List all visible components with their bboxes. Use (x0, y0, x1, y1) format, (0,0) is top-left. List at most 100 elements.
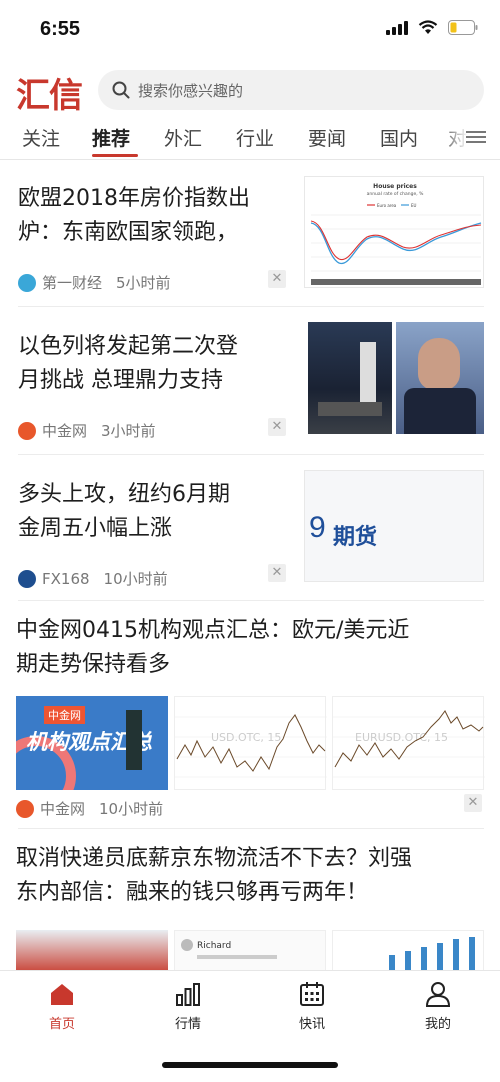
nav-label: 我的 (424, 1017, 451, 1032)
article-thumbnail: 9 期货 (304, 470, 484, 582)
tab-yaowen[interactable]: 要闻 (308, 124, 346, 151)
article-meta: 第一财经 5小时前 (18, 272, 171, 293)
title-line: 金周五小幅上涨 (18, 516, 173, 541)
nav-market[interactable]: 行情 (148, 981, 228, 1032)
article-title: 以色列将发起第二次登 月挑战 总理鼎力支持 (18, 330, 238, 398)
tab-hangye[interactable]: 行业 (236, 124, 274, 151)
status-time: 6:55 (40, 18, 81, 40)
active-tab-indicator (92, 154, 138, 157)
article-image: EURUSD.OTC, 15 (332, 696, 485, 790)
status-bar: 6:55 (0, 0, 500, 60)
article-image (16, 930, 168, 970)
menu-icon[interactable] (466, 128, 486, 148)
article-meta: 中金网 3小时前 (18, 420, 156, 441)
nav-home[interactable]: 首页 (22, 981, 102, 1032)
article-card[interactable]: 中金网0415机构观点汇总：欧元/美元近 期走势保持看多 中金网 机构观点汇总 … (0, 604, 500, 826)
article-source: 中金网 (42, 422, 88, 440)
source-logo-icon (18, 569, 36, 588)
search-icon (112, 81, 130, 99)
article-image: 中金网 机构观点汇总 (16, 696, 168, 790)
article-title: 中金网0415机构观点汇总：欧元/美元近 期走势保持看多 (16, 614, 409, 682)
dismiss-icon[interactable]: ✕ (268, 270, 286, 288)
title-line: 月挑战 总理鼎力支持 (18, 368, 223, 393)
source-logo-icon (18, 421, 36, 440)
chart-title: House prices (373, 183, 417, 190)
rocket-photo (308, 322, 392, 434)
article-thumbnail (308, 322, 484, 434)
nav-me[interactable]: 我的 (398, 981, 478, 1032)
article-meta: 中金网 10小时前 (16, 798, 163, 819)
dismiss-icon[interactable]: ✕ (464, 794, 482, 812)
chart-subtitle: annual rate of change, % (367, 191, 425, 197)
dismiss-icon[interactable]: ✕ (268, 418, 286, 436)
article-meta: FX168 10小时前 (18, 568, 168, 589)
divider (18, 828, 484, 829)
house-price-chart: House prices annual rate of change, % Eu… (310, 183, 482, 285)
calendar-icon (300, 982, 324, 1006)
title-line: 期走势保持看多 (16, 652, 171, 677)
title-line: 欧盟2018年房价指数出 (18, 186, 250, 211)
article-time: 5小时前 (116, 274, 171, 292)
source-logo-icon (18, 273, 36, 292)
article-source: FX168 (42, 569, 90, 588)
chart-watermark: USD.OTC, 15 (211, 731, 281, 744)
nav-flash[interactable]: 快讯 (272, 981, 352, 1032)
divider (18, 306, 484, 307)
chat-name: Richard (197, 941, 232, 951)
article-source: 中金网 (40, 800, 86, 818)
app-header: 汇信 搜索你感兴趣的 (0, 62, 500, 116)
tab-guonei[interactable]: 国内 (380, 124, 418, 151)
thumb-number: 9 (309, 511, 326, 544)
nav-label: 快讯 (298, 1017, 325, 1032)
divider (18, 600, 484, 601)
article-image (332, 930, 484, 970)
article-time: 10小时前 (99, 800, 164, 818)
category-tabs: 关注 推荐 外汇 行业 要闻 国内 对 (0, 118, 500, 160)
source-logo-icon (16, 799, 34, 818)
politician-photo (396, 322, 484, 434)
article-title: 欧盟2018年房价指数出 炉：东南欧国家领跑， (18, 182, 250, 250)
wifi-icon (418, 20, 438, 35)
title-line: 中金网0415机构观点汇总：欧元/美元近 (16, 618, 410, 643)
article-time: 10小时前 (103, 570, 168, 588)
chart-watermark: EURUSD.OTC, 15 (355, 731, 448, 744)
article-title: 多头上攻，纽约6月期 金周五小幅上涨 (18, 478, 230, 546)
article-card[interactable]: 多头上攻，纽约6月期 金周五小幅上涨 9 期货 FX168 10小时前 ✕ (0, 458, 500, 598)
tab-guanzhu[interactable]: 关注 (22, 124, 60, 151)
status-icons (386, 20, 478, 35)
image-brand: 中金网 (44, 706, 85, 724)
article-thumbnail: House prices annual rate of change, % Eu… (304, 176, 484, 288)
battery-icon (448, 20, 478, 35)
article-card[interactable]: 取消快递员底薪京东物流活不下去？刘强 东内部信：融来的钱只够再亏两年！ Rich… (0, 832, 500, 970)
title-line: 炉：东南欧国家领跑， (18, 220, 239, 245)
title-line: 东内部信：融来的钱只够再亏两年！ (16, 880, 369, 905)
search-bar[interactable]: 搜索你感兴趣的 (98, 70, 484, 110)
article-card[interactable]: 欧盟2018年房价指数出 炉：东南欧国家领跑， House prices ann… (0, 162, 500, 304)
legend-euro: Euro area (377, 203, 397, 208)
bottom-nav: 首页 行情 快讯 我的 (0, 970, 500, 1046)
title-line: 以色列将发起第二次登 (18, 334, 239, 359)
article-source: 第一财经 (42, 274, 103, 292)
user-icon (425, 982, 451, 1007)
article-card[interactable]: 以色列将发起第二次登 月挑战 总理鼎力支持 中金网 3小时前 ✕ (0, 310, 500, 450)
dismiss-icon[interactable]: ✕ (268, 564, 286, 582)
title-line: 多头上攻，纽约6月期 (18, 482, 230, 507)
tab-waihui[interactable]: 外汇 (164, 124, 202, 151)
signal-icon (386, 20, 408, 35)
tab-tuijian[interactable]: 推荐 (92, 124, 130, 151)
tab-fade (440, 118, 468, 158)
article-time: 3小时前 (101, 422, 156, 440)
article-image: Richard (174, 930, 326, 970)
app-logo[interactable]: 汇信 (16, 68, 83, 117)
divider (18, 454, 484, 455)
thumb-caption: 期货 (333, 525, 378, 550)
article-image: USD.OTC, 15 (174, 696, 327, 790)
chart-bars-icon (176, 983, 200, 1006)
title-line: 取消快递员底薪京东物流活不下去？刘强 (16, 846, 413, 871)
article-title: 取消快递员底薪京东物流活不下去？刘强 东内部信：融来的钱只够再亏两年！ (16, 842, 412, 910)
nav-label: 首页 (48, 1017, 75, 1032)
home-indicator (162, 1062, 338, 1068)
nav-label: 行情 (174, 1017, 201, 1032)
home-icon (51, 984, 73, 1005)
search-placeholder: 搜索你感兴趣的 (138, 81, 244, 100)
